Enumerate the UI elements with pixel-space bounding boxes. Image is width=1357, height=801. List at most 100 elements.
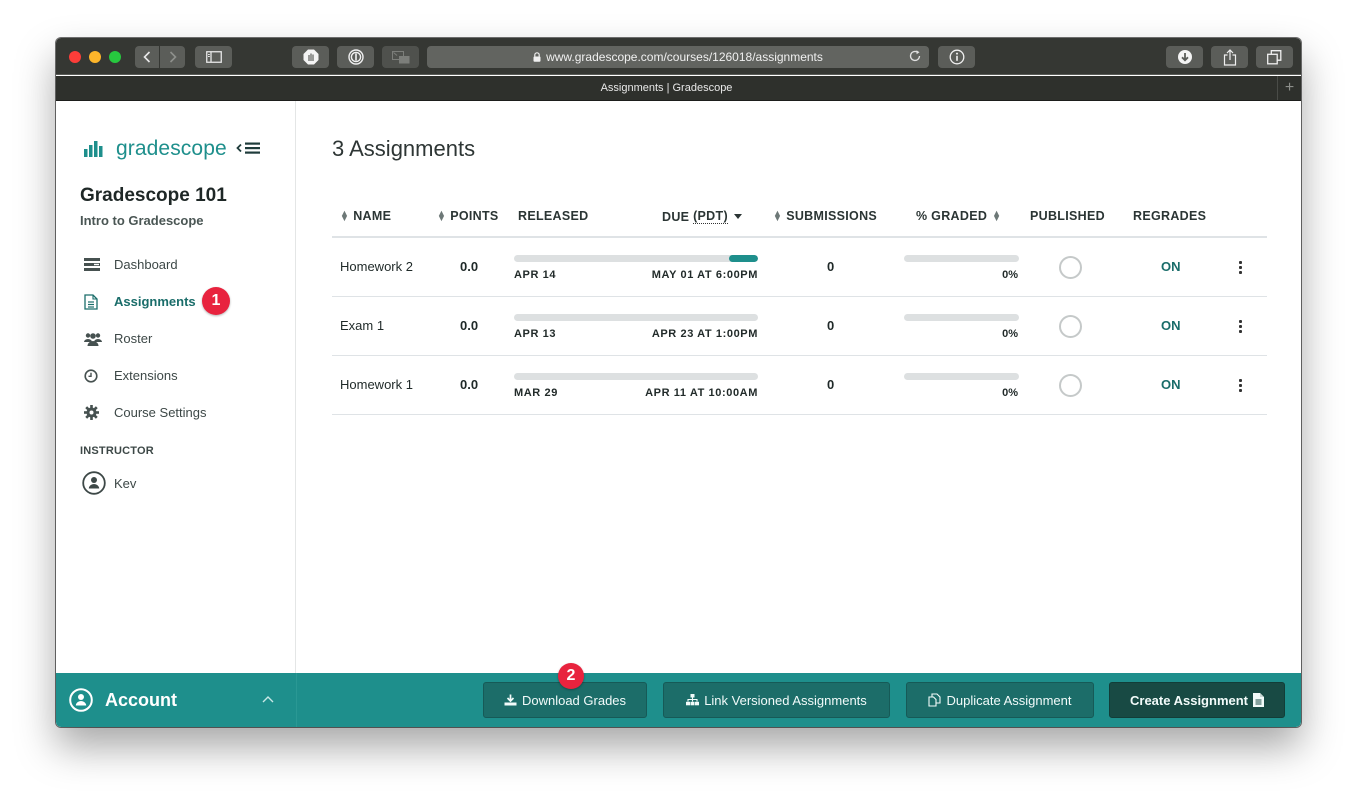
sort-icon: ▲ ▼ bbox=[340, 208, 350, 223]
sidebar-item-roster[interactable]: Roster bbox=[80, 320, 207, 357]
column-header-regrades: REGRADES bbox=[1133, 209, 1207, 223]
regrades-status[interactable]: ON bbox=[1161, 318, 1181, 333]
released-date: APR 14 bbox=[514, 269, 557, 281]
download-grades-label: Download Grades bbox=[521, 692, 627, 708]
clock-icon bbox=[80, 368, 106, 384]
table-row[interactable]: Homework 2 0.0 APR 14 MAY 01 AT 6:00PM 0… bbox=[332, 238, 1267, 297]
close-window-button[interactable] bbox=[69, 51, 81, 63]
reload-icon[interactable] bbox=[908, 49, 922, 63]
graded-percent: 0% bbox=[1002, 387, 1018, 399]
column-header-submissions[interactable]: ▲ ▼ SUBMISSIONS bbox=[773, 209, 877, 224]
sort-icon: ▲ ▼ bbox=[992, 208, 1002, 223]
graded-progress-bar bbox=[904, 373, 1019, 380]
lock-icon bbox=[533, 52, 541, 62]
share-button[interactable] bbox=[1211, 46, 1248, 68]
table-row[interactable]: Homework 1 0.0 MAR 29 APR 11 AT 10:00AM … bbox=[332, 356, 1267, 415]
table-header: ▲ ▼ NAME ▲ ▼ POINTS RELEASED DUE (PDT) ▲… bbox=[332, 197, 1267, 238]
regrades-status[interactable]: ON bbox=[1161, 377, 1181, 392]
footer-action-bar: Account Download Grades 2 Link Versioned… bbox=[56, 663, 1301, 727]
duplicate-label: Duplicate Assignment bbox=[946, 692, 1072, 708]
address-bar[interactable]: www.gradescope.com/courses/126018/assign… bbox=[427, 46, 929, 68]
more-options-icon[interactable] bbox=[1235, 317, 1245, 335]
sidebar-nav: Dashboard Assignments 1 Roster Extension… bbox=[80, 246, 230, 431]
active-tab[interactable]: Assignments | Gradescope bbox=[56, 76, 1277, 100]
tabs-icon bbox=[1267, 49, 1282, 64]
downloads-button[interactable] bbox=[1166, 46, 1203, 68]
publish-toggle[interactable] bbox=[1059, 315, 1082, 338]
sort-descending-icon bbox=[733, 214, 742, 219]
graded-progress-bar bbox=[904, 314, 1019, 321]
maximize-window-button[interactable] bbox=[109, 51, 121, 63]
picture-in-picture-button[interactable] bbox=[382, 46, 419, 68]
annotation-badge-2: 2 bbox=[558, 663, 584, 689]
back-button[interactable] bbox=[135, 46, 159, 68]
brand-name: gradescope bbox=[116, 137, 227, 160]
copy-icon bbox=[928, 693, 942, 707]
submission-count: 0 bbox=[827, 318, 835, 333]
sidebar-item-assignments[interactable]: Assignments 1 bbox=[80, 283, 230, 320]
collapse-menu-icon bbox=[236, 142, 260, 154]
column-header-name[interactable]: ▲ ▼ NAME bbox=[340, 208, 391, 224]
sidebar-item-course-settings[interactable]: Course Settings bbox=[80, 394, 207, 431]
course-title: Gradescope 101 bbox=[80, 185, 227, 206]
assignment-name[interactable]: Homework 2 bbox=[340, 259, 413, 274]
adblock-extension-button[interactable] bbox=[292, 46, 329, 68]
time-progress-bar bbox=[514, 314, 758, 321]
regrades-status[interactable]: ON bbox=[1161, 259, 1181, 274]
account-menu-toggle[interactable]: Account bbox=[69, 688, 177, 712]
course-subtitle: Intro to Gradescope bbox=[80, 213, 204, 228]
assignment-name[interactable]: Homework 1 bbox=[340, 377, 413, 392]
chevron-up-icon[interactable] bbox=[262, 695, 274, 703]
sort-icon: ▲ ▼ bbox=[437, 208, 447, 223]
sidebar-toggle-button[interactable] bbox=[195, 46, 232, 68]
users-icon bbox=[80, 331, 106, 347]
chevron-left-icon bbox=[143, 51, 151, 63]
tab-overview-button[interactable] bbox=[1256, 46, 1293, 68]
assignment-points: 0.0 bbox=[460, 259, 479, 274]
browser-toolbar: www.gradescope.com/courses/126018/assign… bbox=[56, 38, 1301, 75]
gradescope-logo[interactable]: gradescope bbox=[84, 137, 227, 161]
instructor-user[interactable]: Kev bbox=[82, 471, 136, 495]
submission-count: 0 bbox=[827, 377, 835, 392]
info-icon bbox=[949, 49, 964, 65]
account-icon bbox=[69, 688, 93, 712]
graded-progress-bar bbox=[904, 255, 1019, 262]
publish-toggle[interactable] bbox=[1059, 256, 1082, 279]
sidebar-item-extensions[interactable]: Extensions bbox=[80, 357, 207, 394]
table-row[interactable]: Exam 1 0.0 APR 13 APR 23 AT 1:00PM 0 0% … bbox=[332, 297, 1267, 356]
graded-percent: 0% bbox=[1002, 269, 1018, 281]
tab-strip: Assignments | Gradescope + bbox=[56, 76, 1301, 101]
minimize-window-button[interactable] bbox=[89, 51, 101, 63]
browser-window: www.gradescope.com/courses/126018/assign… bbox=[56, 38, 1301, 727]
assignment-name[interactable]: Exam 1 bbox=[340, 318, 384, 333]
password-manager-button[interactable] bbox=[337, 46, 374, 68]
sidebar-item-dashboard[interactable]: Dashboard bbox=[80, 246, 207, 283]
gradescope-bars-icon bbox=[84, 141, 103, 157]
column-header-graded[interactable]: % GRADED ▲ ▼ bbox=[916, 208, 1002, 224]
chevron-right-icon bbox=[169, 51, 177, 63]
assignment-points: 0.0 bbox=[460, 318, 479, 333]
duplicate-assignment-button[interactable]: Duplicate Assignment bbox=[906, 682, 1094, 718]
column-header-released: RELEASED bbox=[518, 209, 589, 223]
more-options-icon[interactable] bbox=[1235, 258, 1245, 276]
column-header-points[interactable]: ▲ ▼ POINTS bbox=[437, 208, 499, 224]
column-header-due[interactable]: DUE (PDT) bbox=[662, 209, 742, 224]
timezone-label: (PDT) bbox=[693, 209, 728, 224]
time-progress-bar bbox=[514, 255, 758, 262]
url-text: www.gradescope.com/courses/126018/assign… bbox=[546, 50, 823, 64]
onepassword-icon bbox=[347, 49, 364, 65]
more-options-icon[interactable] bbox=[1235, 376, 1245, 394]
new-tab-button[interactable]: + bbox=[1277, 76, 1301, 100]
link-versioned-assignments-button[interactable]: Link Versioned Assignments bbox=[663, 682, 890, 718]
collapse-sidebar-button[interactable] bbox=[236, 141, 262, 155]
link-versioned-label: Link Versioned Assignments bbox=[704, 692, 867, 708]
due-date: MAY 01 AT 6:00PM bbox=[651, 269, 758, 281]
publish-toggle[interactable] bbox=[1059, 374, 1082, 397]
footer-divider bbox=[296, 673, 297, 727]
forward-button[interactable] bbox=[160, 46, 185, 68]
site-info-button[interactable] bbox=[938, 46, 975, 68]
share-icon bbox=[1223, 48, 1236, 66]
create-assignment-button[interactable]: Create Assignment bbox=[1109, 682, 1285, 718]
released-date: APR 13 bbox=[514, 328, 557, 340]
submission-count: 0 bbox=[827, 259, 835, 274]
